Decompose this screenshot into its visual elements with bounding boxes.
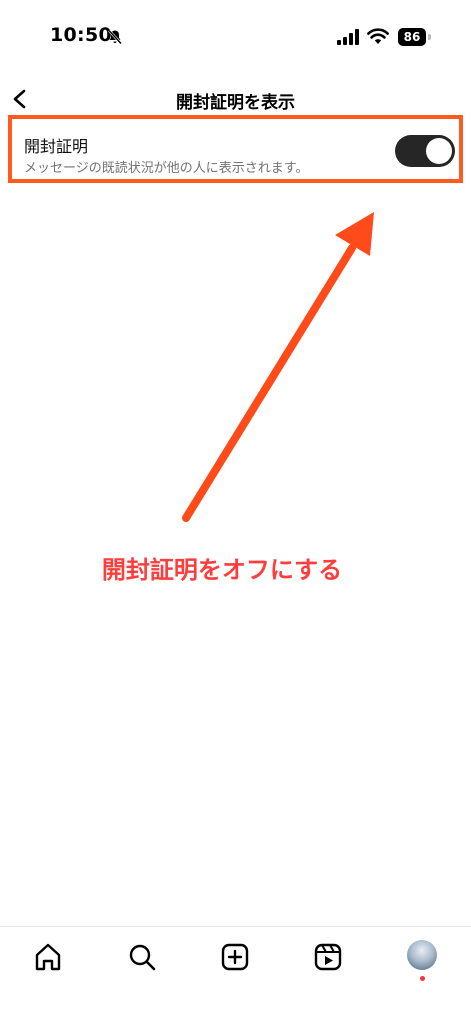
status-time: 10:50 bbox=[50, 24, 112, 46]
read-receipts-toggle[interactable] bbox=[395, 135, 455, 167]
read-receipts-setting: 開封証明 メッセージの既読状況が他の人に表示されます。 bbox=[8, 115, 463, 183]
wifi-icon bbox=[367, 28, 389, 44]
reels-icon[interactable] bbox=[306, 935, 350, 979]
profile-avatar[interactable] bbox=[407, 940, 437, 970]
create-icon[interactable] bbox=[213, 935, 257, 979]
signal-icon bbox=[337, 29, 359, 45]
bell-slash-icon bbox=[108, 29, 122, 45]
status-bar: 10:50 86 bbox=[0, 0, 471, 72]
toggle-knob bbox=[426, 138, 452, 164]
setting-description: メッセージの既読状況が他の人に表示されます。 bbox=[24, 161, 309, 176]
battery-nub bbox=[428, 34, 431, 40]
search-icon[interactable] bbox=[120, 935, 164, 979]
battery-level: 86 bbox=[403, 30, 421, 44]
page-title: 開封証明を表示 bbox=[176, 93, 295, 113]
notification-dot bbox=[420, 976, 425, 981]
bottom-nav bbox=[0, 926, 471, 1025]
setting-title: 開封証明 bbox=[24, 137, 89, 156]
home-icon[interactable] bbox=[26, 935, 70, 979]
annotation-text: 開封証明をオフにする bbox=[101, 556, 343, 584]
battery-icon: 86 bbox=[398, 28, 426, 46]
